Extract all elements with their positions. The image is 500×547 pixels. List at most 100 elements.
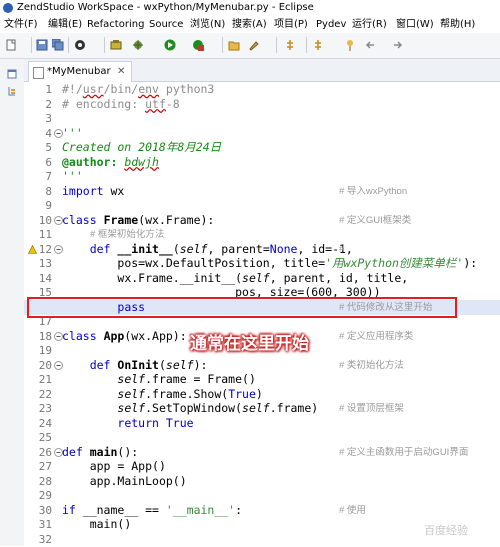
- code-line-7: ''': [62, 169, 83, 183]
- line-number: 10: [38, 213, 52, 227]
- toolbar-separator: [306, 37, 307, 53]
- code-line-24: return True: [117, 415, 194, 430]
- code-editor: *MyMenubar ✕ 1 2 3 4 5 6 7 8 9 10 11 12 …: [24, 59, 500, 546]
- forward-icon[interactable]: [392, 39, 404, 51]
- line-number: 30: [38, 503, 52, 517]
- line-number: 31: [38, 518, 52, 531]
- line-number: 5: [45, 141, 52, 154]
- line-number: 11: [38, 228, 52, 241]
- profile-icon[interactable]: [74, 39, 86, 51]
- code-line-2: # encoding: utf-8: [62, 96, 180, 111]
- code-line-18: class App(wx.App):: [62, 328, 187, 343]
- menu-source[interactable]: Source: [149, 16, 183, 33]
- line-number: 29: [38, 489, 52, 502]
- package-explorer-icon[interactable]: [7, 86, 17, 96]
- code-comment: # 导入wxPython: [339, 185, 408, 197]
- back-icon[interactable]: [364, 39, 376, 51]
- code-line-20: def OnInit(self):: [89, 357, 208, 372]
- code-line-21: self.frame = Frame(): [117, 372, 256, 386]
- menubar: 文件(F) 编辑(E) Refactoring Source 浏览(N) 搜索(…: [0, 16, 500, 33]
- menu-run[interactable]: 运行(R): [352, 16, 387, 33]
- line-number: 2: [45, 97, 52, 111]
- annotation-icon[interactable]: [284, 39, 296, 51]
- editor-tab-mymenubar[interactable]: *MyMenubar ✕: [28, 61, 132, 82]
- editor-tab-label: *MyMenubar: [47, 66, 111, 77]
- toolbar-separator: [222, 37, 223, 53]
- menu-edit[interactable]: 编辑(E): [48, 16, 82, 33]
- menu-file[interactable]: 文件(F): [4, 16, 38, 33]
- close-icon[interactable]: ✕: [117, 62, 125, 82]
- line-number: 18: [38, 329, 52, 343]
- toolbar-separator: [68, 37, 69, 53]
- code-comment: # 设置顶层框架: [339, 403, 404, 414]
- external-tools-icon[interactable]: [192, 39, 204, 51]
- brush-icon[interactable]: [248, 39, 260, 51]
- code-line-30: if __name__ == '__main__':: [62, 502, 243, 517]
- line-number: 9: [45, 199, 52, 212]
- line-number: 7: [45, 170, 52, 183]
- open-folder-icon[interactable]: [228, 39, 240, 51]
- main-toolbar: [0, 33, 500, 59]
- line-number: 26: [38, 445, 52, 459]
- code-area[interactable]: 1 2 3 4 5 6 7 8 9 10 11 12 13 14 15 16 1…: [24, 82, 500, 546]
- line-number: 8: [45, 184, 52, 198]
- line-number: 6: [45, 155, 52, 169]
- python-file-icon: [33, 67, 44, 79]
- line-number: 21: [38, 373, 52, 386]
- code-comment: # 定义GUI框架类: [339, 214, 412, 226]
- line-number: 32: [38, 532, 52, 546]
- code-line-14: wx.Frame.__init__(self, parent, id, titl…: [117, 270, 409, 285]
- warning-icon: [28, 245, 37, 254]
- code-line-12: def __init__(self, parent=None, id=-1,: [89, 241, 353, 256]
- code-line-6: @author: bdwjh: [62, 154, 159, 169]
- annotation-label: 通常在这里开始: [190, 334, 309, 354]
- code-line-13: pos=wx.DefaultPosition, title='用wxPython…: [117, 256, 478, 270]
- watermark: 百度经验: [424, 524, 468, 537]
- code-comment: # 定义应用程序类: [339, 330, 414, 342]
- menu-window[interactable]: 窗口(W): [396, 16, 434, 33]
- app-icon: [3, 3, 13, 13]
- code-line-10: class Frame(wx.Frame):: [62, 212, 215, 227]
- run-icon[interactable]: [164, 39, 176, 51]
- code-line-23: self.SetTopWindow(self.frame): [117, 401, 319, 415]
- code-line-1: #!/usr/bin/env python3: [62, 82, 215, 96]
- toolbar-separator: [104, 37, 105, 53]
- line-number: 25: [38, 431, 52, 444]
- menu-project[interactable]: 项目(P): [274, 16, 308, 33]
- code-line-27: app = App(): [89, 459, 166, 473]
- line-number: 28: [38, 474, 52, 488]
- left-trim-bar: [0, 59, 25, 546]
- line-number: 27: [38, 460, 52, 473]
- line-number: 3: [45, 112, 52, 125]
- menu-refactoring[interactable]: Refactoring: [87, 16, 144, 33]
- line-number: 22: [38, 387, 52, 401]
- line-number: 19: [38, 344, 52, 357]
- save-all-icon[interactable]: [52, 39, 64, 51]
- code-line-4: ''': [62, 125, 83, 140]
- window-titlebar: ZendStudio WorkSpace - wxPython/MyMenuba…: [0, 0, 500, 16]
- code-comment: # 使用: [339, 504, 366, 516]
- line-number: 14: [38, 271, 52, 285]
- menu-pydev[interactable]: Pydev: [316, 16, 346, 33]
- menu-help[interactable]: 帮助(H): [440, 16, 475, 33]
- code-comment: # 类初始化方法: [339, 359, 404, 371]
- bulb-icon[interactable]: [110, 39, 122, 51]
- pin-icon[interactable]: [344, 39, 356, 51]
- code-comment: #: [339, 243, 345, 255]
- new-icon[interactable]: [5, 39, 17, 51]
- highlight-box: [27, 297, 457, 318]
- next-annotation-icon[interactable]: [312, 39, 324, 51]
- code-line-5: Created on 2018年8月24日: [62, 140, 222, 154]
- toolbar-separator: [31, 37, 32, 53]
- code-line-26: def main():: [62, 444, 139, 459]
- line-number: 13: [38, 257, 52, 270]
- restore-view-icon[interactable]: [7, 69, 17, 79]
- code-line-22: self.frame.Show(True): [117, 386, 263, 401]
- code-comment: # 定义主函数用于启动GUI界面: [339, 446, 469, 458]
- menu-navigate[interactable]: 浏览(N): [190, 16, 225, 33]
- code-line-8: import wx: [62, 183, 125, 198]
- menu-search[interactable]: 搜索(A): [232, 16, 267, 33]
- window-title: ZendStudio WorkSpace - wxPython/MyMenuba…: [17, 2, 314, 13]
- save-icon[interactable]: [36, 39, 48, 51]
- debug-icon[interactable]: [132, 39, 144, 51]
